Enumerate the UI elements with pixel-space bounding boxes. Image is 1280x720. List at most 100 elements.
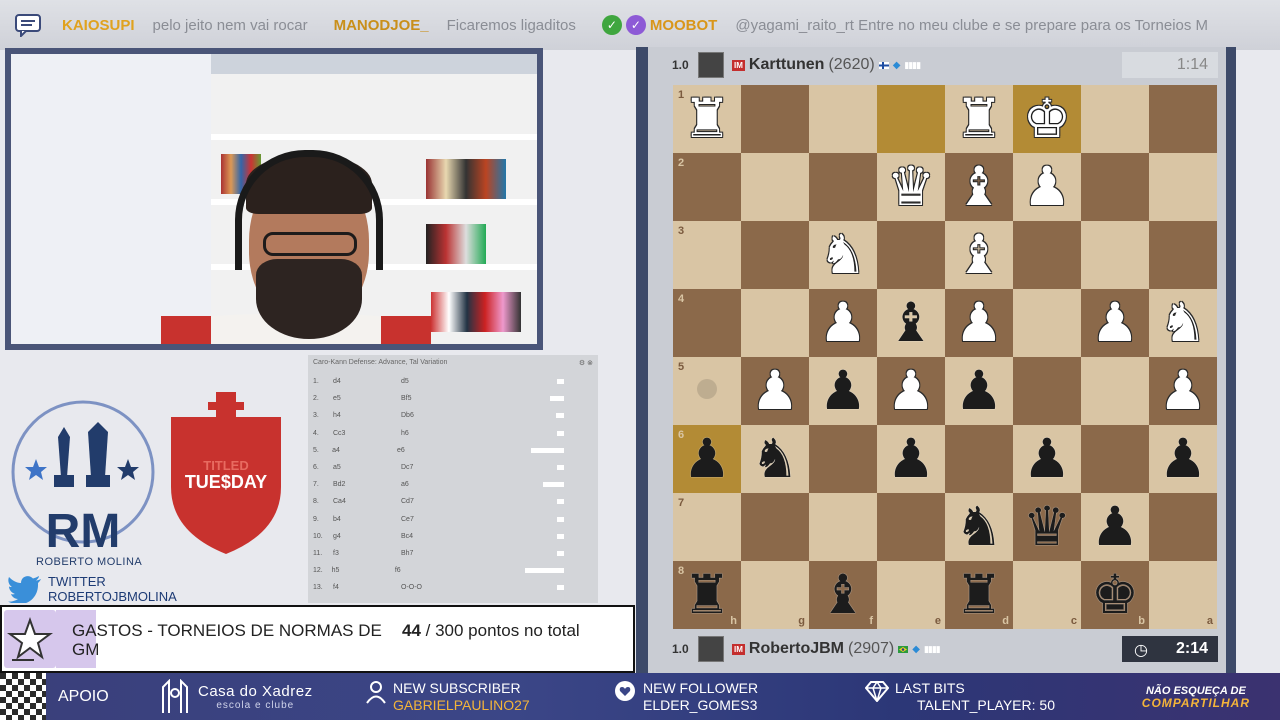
board-square[interactable] [1013,357,1081,425]
board-square[interactable]: 3 [673,221,741,289]
board-square[interactable] [1149,85,1217,153]
board-square[interactable]: g [741,561,809,629]
explorer-row[interactable]: 6. a5 Dc7 [308,459,598,476]
white-move[interactable]: e5 [333,395,401,402]
chess-piece[interactable]: ♜ [673,85,741,153]
chess-piece[interactable]: ♟ [741,357,809,425]
board-square[interactable] [809,153,877,221]
chess-piece[interactable]: ♟ [673,425,741,493]
explorer-row[interactable]: 2. e5 Bf5 [308,390,598,407]
white-move[interactable]: Bd2 [333,481,401,488]
white-move[interactable]: d4 [333,378,401,385]
chess-piece[interactable]: ♞ [741,425,809,493]
explorer-row[interactable]: 5. a4 e6 [308,442,598,459]
board-square[interactable]: c [1013,561,1081,629]
bottom-player-name[interactable]: RobertoJBM [749,640,844,658]
black-move[interactable]: a6 [401,481,541,488]
black-move[interactable]: Cd7 [401,498,541,505]
explorer-row[interactable]: 13. f4 O-O-O [308,579,598,596]
chess-piece[interactable]: ♟ [809,289,877,357]
board-square[interactable]: e [877,561,945,629]
chess-piece[interactable]: ♛ [877,153,945,221]
black-move[interactable]: Db6 [401,412,541,419]
chess-piece[interactable]: ♜ [945,85,1013,153]
black-move[interactable]: h6 [401,430,541,437]
explorer-row[interactable]: 7. Bd2 a6 [308,476,598,493]
board-square[interactable] [741,289,809,357]
white-move[interactable]: f3 [333,550,401,557]
explorer-row[interactable]: 11. f3 Bh7 [308,545,598,562]
chess-piece[interactable]: ♝ [945,153,1013,221]
board-square[interactable]: a [1149,561,1217,629]
chess-piece[interactable]: ♝ [877,289,945,357]
board-square[interactable] [877,493,945,561]
board-square[interactable] [1149,153,1217,221]
black-move[interactable]: f6 [395,567,525,574]
board-square[interactable] [741,221,809,289]
board-square[interactable] [1081,425,1149,493]
chess-piece[interactable]: ♞ [1149,289,1217,357]
chess-piece[interactable]: ♟ [1081,289,1149,357]
black-move[interactable]: Bf5 [401,395,541,402]
white-move[interactable]: Cc3 [333,430,401,437]
black-move[interactable]: e6 [397,447,531,454]
chess-piece[interactable]: ♞ [809,221,877,289]
board-square[interactable] [741,493,809,561]
black-move[interactable]: d5 [401,378,541,385]
bottom-player-avatar[interactable] [698,636,724,662]
board-square[interactable] [809,85,877,153]
explorer-row[interactable]: 9. b4 Ce7 [308,511,598,528]
board-square[interactable] [1081,221,1149,289]
chess-piece[interactable]: ♟ [877,357,945,425]
black-move[interactable]: Dc7 [401,464,541,471]
white-move[interactable]: a5 [333,464,401,471]
chess-piece[interactable]: ♟ [877,425,945,493]
board-square[interactable] [1013,289,1081,357]
chess-piece[interactable]: ♚ [1081,561,1149,629]
chess-piece[interactable]: ♜ [945,561,1013,629]
chess-piece[interactable]: ♝ [809,561,877,629]
white-move[interactable]: b4 [333,516,401,523]
board-square[interactable] [1149,221,1217,289]
board-square[interactable] [809,425,877,493]
white-move[interactable]: a4 [332,447,397,454]
top-player-name[interactable]: Karttunen [749,56,825,74]
white-move[interactable]: f4 [333,584,401,591]
board-square[interactable] [1081,153,1149,221]
chess-piece[interactable]: ♚ [1013,85,1081,153]
explorer-row[interactable]: 8. Ca4 Cd7 [308,493,598,510]
black-move[interactable]: O-O-O [401,584,541,591]
chess-piece[interactable]: ♟ [1149,357,1217,425]
white-move[interactable]: h4 [333,412,401,419]
explorer-settings-icon[interactable]: ⚙ ⊗ [579,359,593,369]
board-square[interactable] [741,85,809,153]
explorer-row[interactable]: 1. d4 d5 [308,373,598,390]
chess-piece[interactable]: ♜ [673,561,741,629]
board-square[interactable] [1081,85,1149,153]
chess-piece[interactable]: ♟ [1013,153,1081,221]
white-move[interactable]: g4 [333,533,401,540]
explorer-row[interactable]: 10. g4 Bc4 [308,528,598,545]
explorer-row[interactable]: 12. h5 f6 [308,562,598,579]
chess-piece[interactable]: ♞ [945,493,1013,561]
chess-piece[interactable]: ♟ [945,289,1013,357]
chess-piece[interactable]: ♛ [1013,493,1081,561]
black-move[interactable]: Bh7 [401,550,541,557]
top-player-avatar[interactable] [698,52,724,78]
white-move[interactable]: h5 [332,567,395,574]
chess-board[interactable]: 1 2 3 4 5 6 7 8 h g f e d c b a ♜ ♜ ♚ ♛ ♝ ♟ ♞ ♝ ♟ ♝ ♟ ♟ ♞ ♟ ♟ ♟ ♟ ♟ ♟ ♞ ♟ ♟ ♟ ♞… [673,85,1217,629]
board-square[interactable] [1013,221,1081,289]
board-square[interactable] [877,85,945,153]
board-square[interactable] [809,493,877,561]
board-square[interactable]: 7 [673,493,741,561]
chess-piece[interactable]: ♟ [945,357,1013,425]
board-square[interactable]: 4 [673,289,741,357]
chess-piece[interactable]: ♟ [1013,425,1081,493]
explorer-row[interactable]: 4. Cc3 h6 [308,425,598,442]
chess-piece[interactable]: ♟ [1149,425,1217,493]
board-square[interactable] [1149,493,1217,561]
explorer-row[interactable]: 3. h4 Db6 [308,407,598,424]
chess-piece[interactable]: ♝ [945,221,1013,289]
board-square[interactable] [877,221,945,289]
chess-piece[interactable]: ♟ [1081,493,1149,561]
